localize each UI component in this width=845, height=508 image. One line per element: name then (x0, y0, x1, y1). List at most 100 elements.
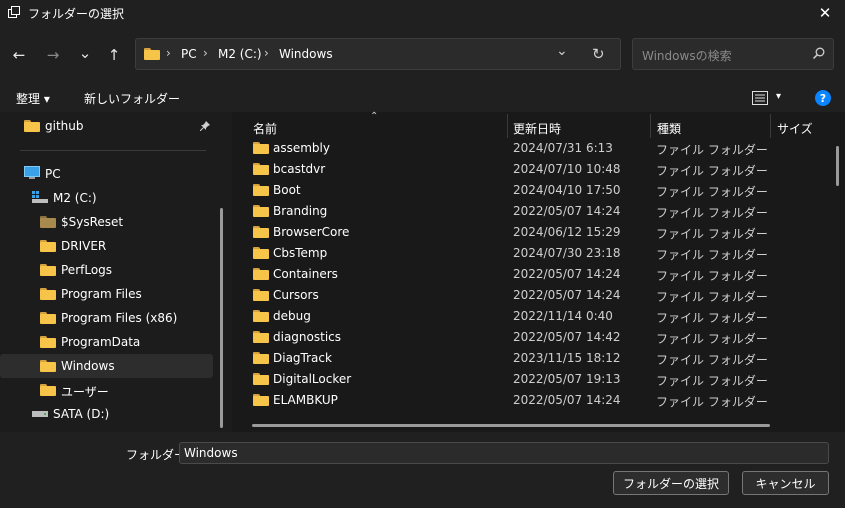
file-date: 2024/06/12 15:29 (513, 225, 621, 239)
file-row[interactable]: bcastdvr 2024/07/10 10:48 ファイル フォルダー (252, 159, 768, 180)
file-type: ファイル フォルダー (656, 206, 768, 220)
recent-locations-button[interactable]: ⌄ (74, 43, 96, 63)
back-button[interactable]: ← (8, 45, 30, 65)
search-icon[interactable] (812, 47, 825, 60)
file-type: ファイル フォルダー (656, 248, 768, 262)
column-divider[interactable] (650, 114, 651, 138)
file-name: DiagTrack (273, 351, 332, 365)
tree-item-users[interactable]: ユーザー (61, 383, 109, 400)
column-header-size[interactable]: サイズ (777, 120, 813, 137)
file-type: ファイル フォルダー (656, 185, 768, 199)
tree-item-program-files[interactable]: Program Files (61, 287, 142, 301)
folder-name-input[interactable] (179, 442, 829, 464)
forward-button[interactable]: → (42, 45, 64, 65)
folder-icon (40, 360, 56, 372)
tree-item-windows[interactable]: Windows (61, 359, 115, 373)
refresh-button[interactable]: ↻ (592, 45, 605, 63)
folder-icon (40, 288, 56, 300)
file-type: ファイル フォルダー (656, 164, 768, 178)
file-row[interactable]: CbsTemp 2024/07/30 23:18 ファイル フォルダー (252, 243, 768, 264)
folder-icon (253, 310, 269, 322)
file-date: 2024/04/10 17:50 (513, 183, 621, 197)
tree-item-program-files-x86[interactable]: Program Files (x86) (61, 311, 177, 325)
file-row[interactable]: DigitalLocker 2022/05/07 19:13 ファイル フォルダー (252, 369, 768, 390)
folder-icon (40, 240, 56, 252)
file-type: ファイル フォルダー (656, 311, 768, 325)
new-folder-button[interactable]: 新しいフォルダー (84, 90, 180, 107)
file-type: ファイル フォルダー (656, 395, 768, 409)
breadcrumb-windows[interactable]: Windows (279, 47, 333, 61)
file-name: BrowserCore (273, 225, 350, 239)
file-row[interactable]: Containers 2022/05/07 14:24 ファイル フォルダー (252, 264, 768, 285)
file-type: ファイル フォルダー (656, 269, 768, 283)
file-name: debug (273, 309, 311, 323)
file-row[interactable]: diagnostics 2022/05/07 14:42 ファイル フォルダー (252, 327, 768, 348)
file-row[interactable]: debug 2022/11/14 0:40 ファイル フォルダー (252, 306, 768, 327)
vertical-scrollbar[interactable] (836, 146, 839, 186)
cancel-button[interactable]: キャンセル (742, 471, 829, 495)
folder-icon (253, 184, 269, 196)
drive-icon (32, 411, 48, 417)
tree-item-perflogs[interactable]: PerfLogs (61, 263, 112, 277)
column-divider[interactable] (770, 114, 771, 138)
breadcrumb-drive[interactable]: M2 (C:) (218, 47, 262, 61)
horizontal-scrollbar[interactable] (252, 424, 770, 427)
file-type: ファイル フォルダー (656, 374, 768, 388)
nav-pane-scrollbar[interactable] (220, 208, 223, 428)
folder-icon (253, 373, 269, 385)
organize-button[interactable]: 整理 ▾ (16, 90, 50, 107)
tree-item-m2-drive[interactable]: M2 (C:) (53, 191, 97, 205)
file-row[interactable]: ELAMBKUP 2022/05/07 14:24 ファイル フォルダー (252, 390, 768, 411)
column-divider[interactable] (507, 114, 508, 138)
select-folder-button[interactable]: フォルダーの選択 (613, 471, 729, 495)
file-date: 2023/11/15 18:12 (513, 351, 621, 365)
file-name: Cursors (273, 288, 319, 302)
file-date: 2022/05/07 14:24 (513, 204, 621, 218)
pin-icon (200, 121, 210, 131)
column-header-type[interactable]: 種類 (657, 120, 681, 137)
folder-icon (253, 394, 269, 406)
file-name: ELAMBKUP (273, 393, 338, 407)
tree-item-pc[interactable]: PC (45, 167, 61, 181)
tree-item-programdata[interactable]: ProgramData (61, 335, 140, 349)
drive-icon (32, 191, 48, 203)
close-button[interactable]: ✕ (805, 0, 845, 26)
file-row[interactable]: DiagTrack 2023/11/15 18:12 ファイル フォルダー (252, 348, 768, 369)
address-dropdown-button[interactable]: ⌄ (556, 43, 568, 59)
file-date: 2024/07/10 10:48 (513, 162, 621, 176)
folder-icon (253, 142, 269, 154)
view-menu-arrow[interactable]: ▾ (776, 91, 781, 102)
breadcrumb-pc[interactable]: PC (181, 47, 197, 61)
breadcrumb-separator: › (166, 46, 171, 60)
tree-item-driver[interactable]: DRIVER (61, 239, 106, 253)
folder-icon (40, 216, 56, 228)
help-button[interactable]: ? (815, 90, 831, 106)
address-bar[interactable] (135, 38, 621, 70)
file-row[interactable]: Cursors 2022/05/07 14:24 ファイル フォルダー (252, 285, 768, 306)
folder-icon (253, 163, 269, 175)
breadcrumb-separator: › (264, 46, 269, 60)
column-header-date[interactable]: 更新日時 (513, 120, 561, 137)
file-date: 2022/05/07 14:24 (513, 288, 621, 302)
file-row[interactable]: Branding 2022/05/07 14:24 ファイル フォルダー (252, 201, 768, 222)
file-row[interactable]: BrowserCore 2024/06/12 15:29 ファイル フォルダー (252, 222, 768, 243)
file-name: Branding (273, 204, 328, 218)
file-row[interactable]: assembly 2024/07/31 6:13 ファイル フォルダー (252, 138, 768, 159)
nav-divider (20, 150, 206, 151)
window-icon (8, 6, 20, 18)
folder-icon (144, 48, 160, 60)
column-header-name[interactable]: 名前 (253, 120, 277, 137)
breadcrumb-separator: › (203, 46, 208, 60)
tree-item-github[interactable]: github (45, 119, 83, 133)
tree-item-sata-drive[interactable]: SATA (D:) (53, 407, 109, 421)
search-input[interactable]: Windowsの検索 (642, 47, 732, 64)
file-row[interactable]: Boot 2024/04/10 17:50 ファイル フォルダー (252, 180, 768, 201)
folder-icon (253, 352, 269, 364)
file-name: assembly (273, 141, 330, 155)
view-details-icon[interactable] (752, 91, 768, 105)
folder-icon (40, 264, 56, 276)
up-button[interactable]: ↑ (103, 45, 125, 65)
file-type: ファイル フォルダー (656, 353, 768, 367)
tree-item-sysreset[interactable]: $SysReset (61, 215, 123, 229)
file-type: ファイル フォルダー (656, 143, 768, 157)
